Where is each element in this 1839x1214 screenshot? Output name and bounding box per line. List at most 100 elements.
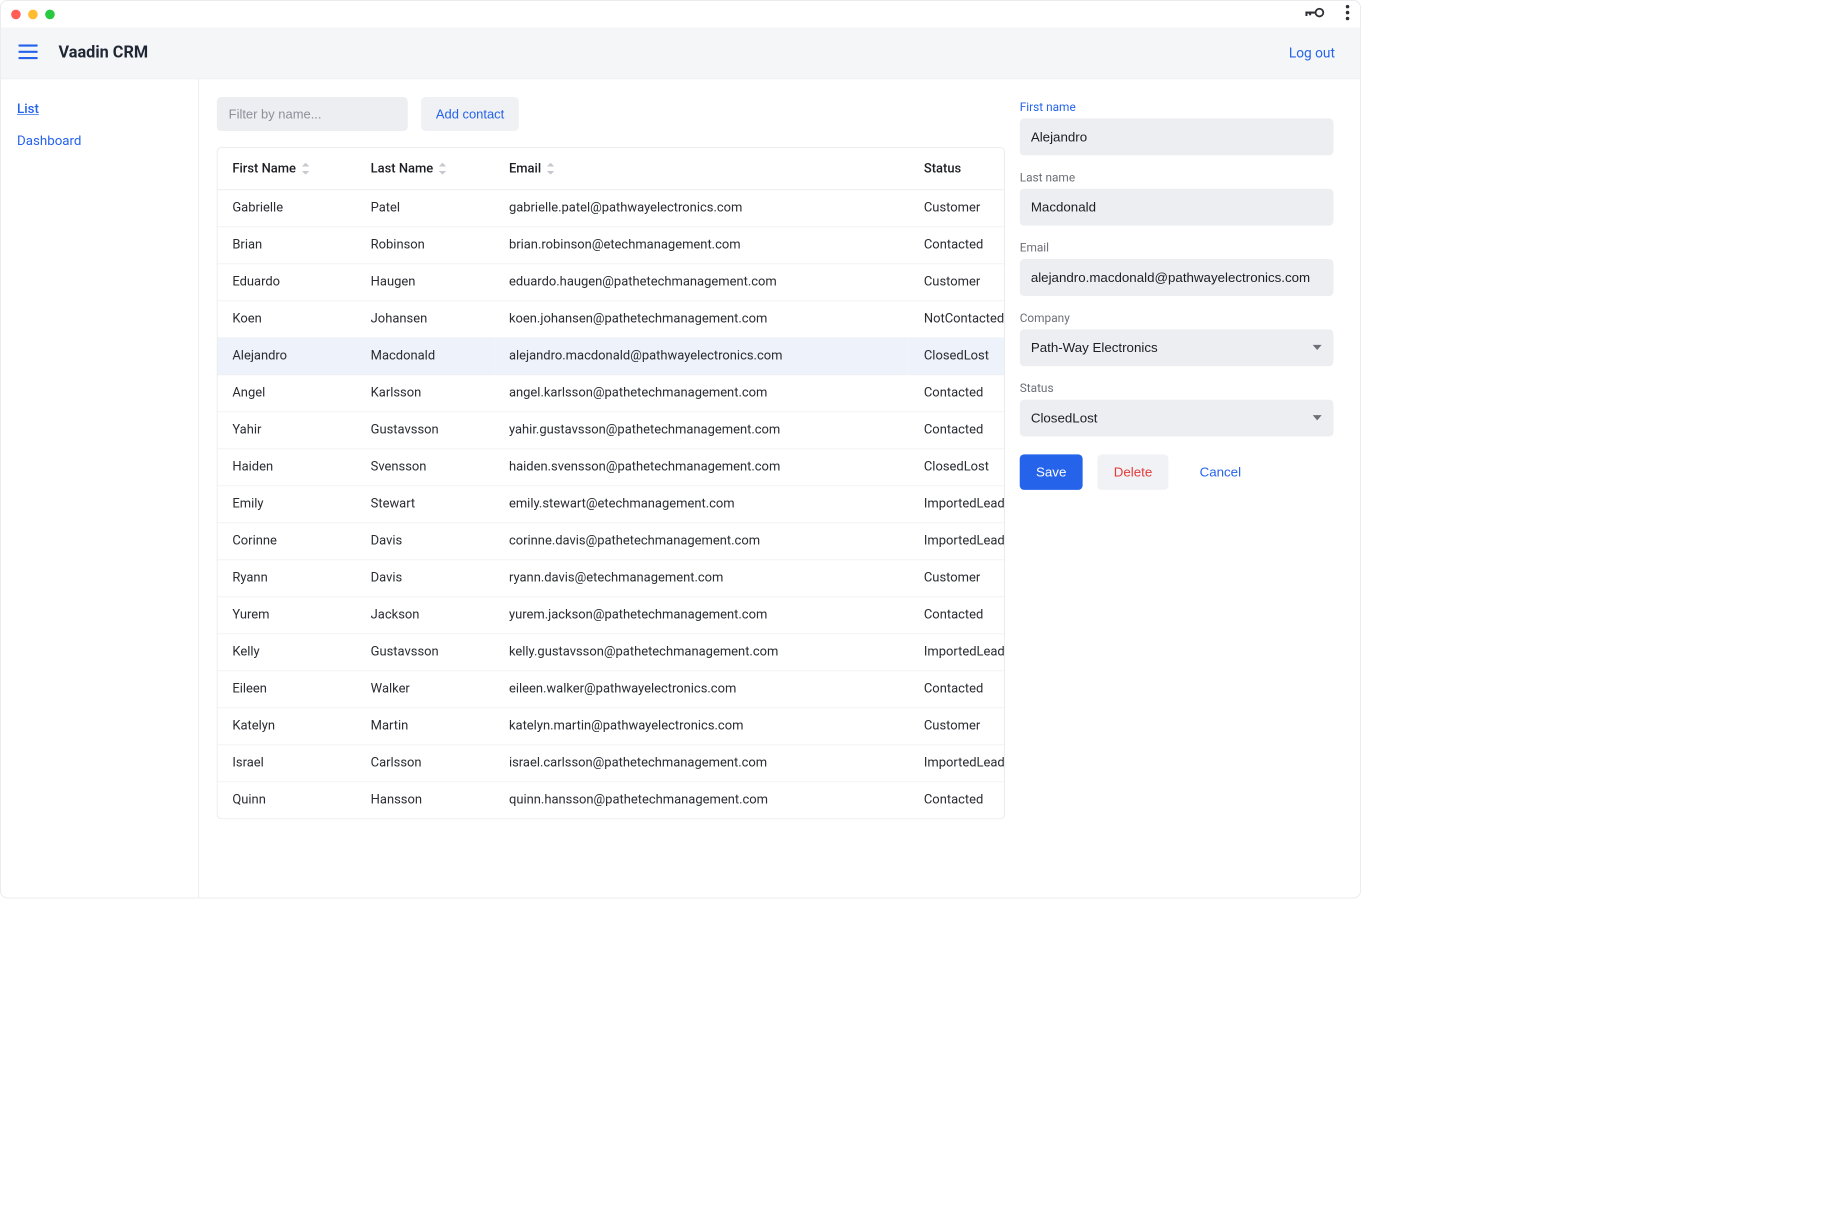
table-row[interactable]: QuinnHanssonquinn.hansson@pathetechmanag… <box>218 781 1005 818</box>
cell-last: Carlsson <box>356 744 494 781</box>
cell-email: eduardo.haugen@pathetechmanagement.com <box>494 263 909 300</box>
mac-minimize-dot[interactable] <box>28 9 38 19</box>
col-header-first-name[interactable]: First Name <box>218 148 356 189</box>
cell-status: ImportedLead <box>909 633 1004 670</box>
logout-link[interactable]: Log out <box>1289 45 1335 61</box>
cell-first: Corinne <box>218 522 356 559</box>
input-email[interactable] <box>1020 259 1334 296</box>
table-row[interactable]: YahirGustavssonyahir.gustavsson@pathetec… <box>218 411 1005 448</box>
cell-status: Customer <box>909 189 1004 226</box>
col-header-last-name[interactable]: Last Name <box>356 148 494 189</box>
grid-header-row: First Name Last Name Email Status <box>218 148 1005 189</box>
sidebar-item-list[interactable]: List <box>17 101 182 117</box>
table-row[interactable]: RyannDavisryann.davis@etechmanagement.co… <box>218 559 1005 596</box>
cell-email: gabrielle.patel@pathwayelectronics.com <box>494 189 909 226</box>
cell-status: ImportedLead <box>909 485 1004 522</box>
cell-email: katelyn.martin@pathwayelectronics.com <box>494 707 909 744</box>
cell-last: Gustavsson <box>356 411 494 448</box>
cancel-button[interactable]: Cancel <box>1183 454 1257 490</box>
field-last-name: Last name <box>1020 170 1334 226</box>
field-company: Company Path-Way Electronics <box>1020 311 1334 367</box>
cell-first: Emily <box>218 485 356 522</box>
table-row[interactable]: BrianRobinsonbrian.robinson@etechmanagem… <box>218 226 1005 263</box>
contacts-grid[interactable]: First Name Last Name Email Status Gabrie… <box>217 147 1005 819</box>
cell-last: Jackson <box>356 596 494 633</box>
table-row[interactable]: IsraelCarlssonisrael.carlsson@pathetechm… <box>218 744 1005 781</box>
cell-last: Davis <box>356 522 494 559</box>
app-body: List Dashboard Add contact First Name La… <box>1 79 1360 897</box>
cell-first: Quinn <box>218 781 356 818</box>
cell-status: Contacted <box>909 670 1004 707</box>
label-company: Company <box>1020 311 1334 325</box>
cell-last: Svensson <box>356 448 494 485</box>
kebab-menu-icon[interactable] <box>1345 4 1349 23</box>
col-header-status[interactable]: Status <box>909 148 1004 189</box>
cell-first: Brian <box>218 226 356 263</box>
cell-status: ClosedLost <box>909 448 1004 485</box>
save-button[interactable]: Save <box>1020 454 1083 490</box>
label-first-name: First name <box>1020 100 1334 114</box>
table-row[interactable]: AngelKarlssonangel.karlsson@pathetechman… <box>218 374 1005 411</box>
select-company[interactable]: Path-Way Electronics <box>1020 329 1334 366</box>
cell-last: Davis <box>356 559 494 596</box>
cell-email: corinne.davis@pathetechmanagement.com <box>494 522 909 559</box>
cell-email: israel.carlsson@pathetechmanagement.com <box>494 744 909 781</box>
label-email: Email <box>1020 241 1334 255</box>
cell-email: yurem.jackson@pathetechmanagement.com <box>494 596 909 633</box>
table-row[interactable]: EmilyStewartemily.stewart@etechmanagemen… <box>218 485 1005 522</box>
table-row[interactable]: EileenWalkereileen.walker@pathwayelectro… <box>218 670 1005 707</box>
cell-first: Yurem <box>218 596 356 633</box>
cell-first: Israel <box>218 744 356 781</box>
hamburger-menu-icon[interactable] <box>19 42 38 64</box>
input-first-name[interactable] <box>1020 118 1334 155</box>
cell-last: Stewart <box>356 485 494 522</box>
cell-email: quinn.hansson@pathetechmanagement.com <box>494 781 909 818</box>
delete-button[interactable]: Delete <box>1097 454 1168 490</box>
table-row[interactable]: KoenJohansenkoen.johansen@pathetechmanag… <box>218 300 1005 337</box>
table-row[interactable]: EduardoHaugeneduardo.haugen@pathetechman… <box>218 263 1005 300</box>
cell-first: Koen <box>218 300 356 337</box>
add-contact-button[interactable]: Add contact <box>421 97 519 131</box>
table-row[interactable]: KatelynMartinkatelyn.martin@pathwayelect… <box>218 707 1005 744</box>
mac-title-bar <box>1 1 1360 28</box>
filter-input[interactable] <box>217 97 408 131</box>
sidebar-item-dashboard[interactable]: Dashboard <box>17 133 182 149</box>
mac-traffic-lights <box>11 9 55 19</box>
key-icon[interactable] <box>1305 7 1324 20</box>
cell-status: Contacted <box>909 226 1004 263</box>
cell-last: Haugen <box>356 263 494 300</box>
list-area: Add contact First Name Last Name Email S… <box>199 79 1005 897</box>
cell-email: ryann.davis@etechmanagement.com <box>494 559 909 596</box>
cell-email: brian.robinson@etechmanagement.com <box>494 226 909 263</box>
table-row[interactable]: YuremJacksonyurem.jackson@pathetechmanag… <box>218 596 1005 633</box>
cell-first: Angel <box>218 374 356 411</box>
main-area: Add contact First Name Last Name Email S… <box>199 79 1360 897</box>
table-row[interactable]: HaidenSvenssonhaiden.svensson@pathetechm… <box>218 448 1005 485</box>
mac-close-dot[interactable] <box>11 9 21 19</box>
table-row[interactable]: KellyGustavssonkelly.gustavsson@pathetec… <box>218 633 1005 670</box>
cell-status: Contacted <box>909 411 1004 448</box>
input-last-name[interactable] <box>1020 189 1334 226</box>
select-status[interactable]: ClosedLost <box>1020 400 1334 437</box>
sort-icon <box>438 163 447 175</box>
cell-status: Customer <box>909 263 1004 300</box>
cell-last: Martin <box>356 707 494 744</box>
table-row[interactable]: AlejandroMacdonaldalejandro.macdonald@pa… <box>218 337 1005 374</box>
sort-icon <box>546 163 555 175</box>
cell-email: emily.stewart@etechmanagement.com <box>494 485 909 522</box>
col-header-email[interactable]: Email <box>494 148 909 189</box>
table-row[interactable]: CorinneDaviscorinne.davis@pathetechmanag… <box>218 522 1005 559</box>
list-controls: Add contact <box>217 97 1005 131</box>
cell-last: Patel <box>356 189 494 226</box>
label-status: Status <box>1020 381 1334 395</box>
cell-last: Walker <box>356 670 494 707</box>
cell-last: Hansson <box>356 781 494 818</box>
cell-last: Johansen <box>356 300 494 337</box>
app-window: Vaadin CRM Log out List Dashboard Add co… <box>0 0 1361 898</box>
cell-email: koen.johansen@pathetechmanagement.com <box>494 300 909 337</box>
cell-first: Ryann <box>218 559 356 596</box>
mac-zoom-dot[interactable] <box>45 9 55 19</box>
table-row[interactable]: GabriellePatelgabrielle.patel@pathwayele… <box>218 189 1005 226</box>
cell-status: Customer <box>909 707 1004 744</box>
cell-last: Robinson <box>356 226 494 263</box>
